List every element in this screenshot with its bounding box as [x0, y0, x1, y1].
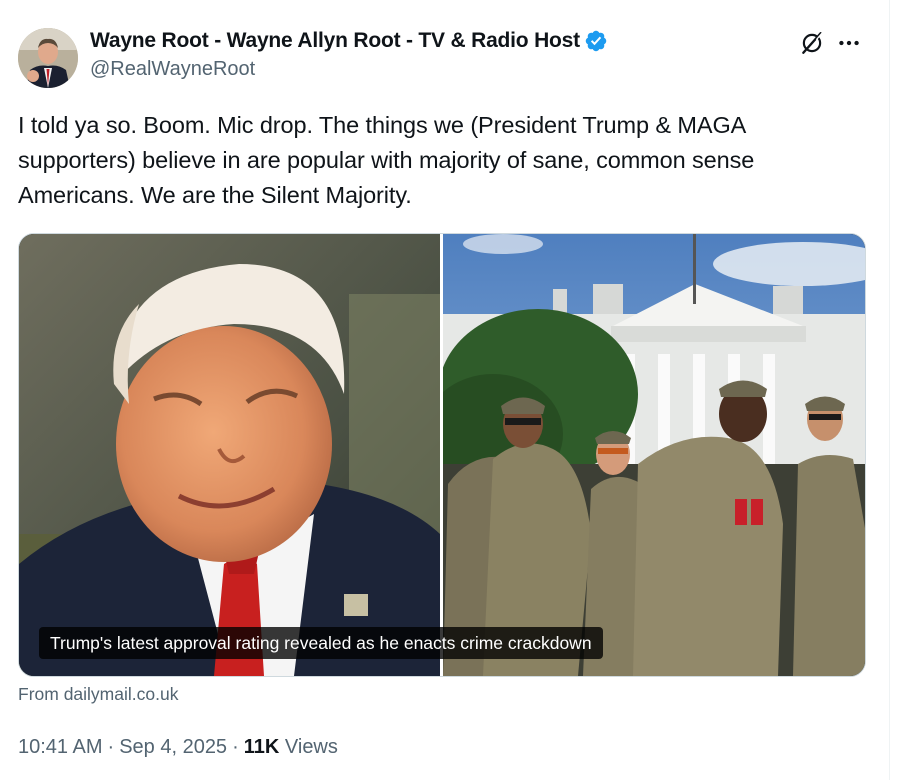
- verified-badge-icon[interactable]: [584, 29, 608, 53]
- avatar[interactable]: [18, 28, 78, 88]
- tweet-date[interactable]: Sep 4, 2025: [119, 736, 227, 758]
- card-image-portrait: [19, 234, 440, 676]
- link-card[interactable]: Trump's latest approval rating revealed …: [18, 233, 866, 677]
- tweet-text: I told ya so. Boom. Mic drop. The things…: [18, 112, 755, 208]
- views-count[interactable]: 11K: [244, 736, 280, 758]
- card-image-white-house: [443, 234, 865, 676]
- grok-icon[interactable]: [799, 30, 825, 56]
- tweet-meta: 10:41 AM · Sep 4, 2025 · 11K Views: [18, 736, 338, 759]
- avatar-image: [18, 28, 78, 88]
- more-options-icon[interactable]: [836, 30, 862, 56]
- link-card-source[interactable]: From dailymail.co.uk: [18, 684, 178, 705]
- tweet-header: Wayne Root - Wayne Allyn Root - TV & Rad…: [18, 26, 878, 90]
- link-card-caption: Trump's latest approval rating revealed …: [39, 627, 603, 659]
- author-handle[interactable]: @RealWayneRoot: [90, 58, 608, 81]
- views-label: Views: [284, 736, 338, 758]
- meta-separator: ·: [232, 736, 239, 758]
- author-display-name[interactable]: Wayne Root - Wayne Allyn Root - TV & Rad…: [90, 29, 580, 53]
- timeline-border: [889, 0, 890, 780]
- meta-separator: ·: [107, 736, 115, 758]
- tweet-time[interactable]: 10:41 AM: [18, 736, 103, 758]
